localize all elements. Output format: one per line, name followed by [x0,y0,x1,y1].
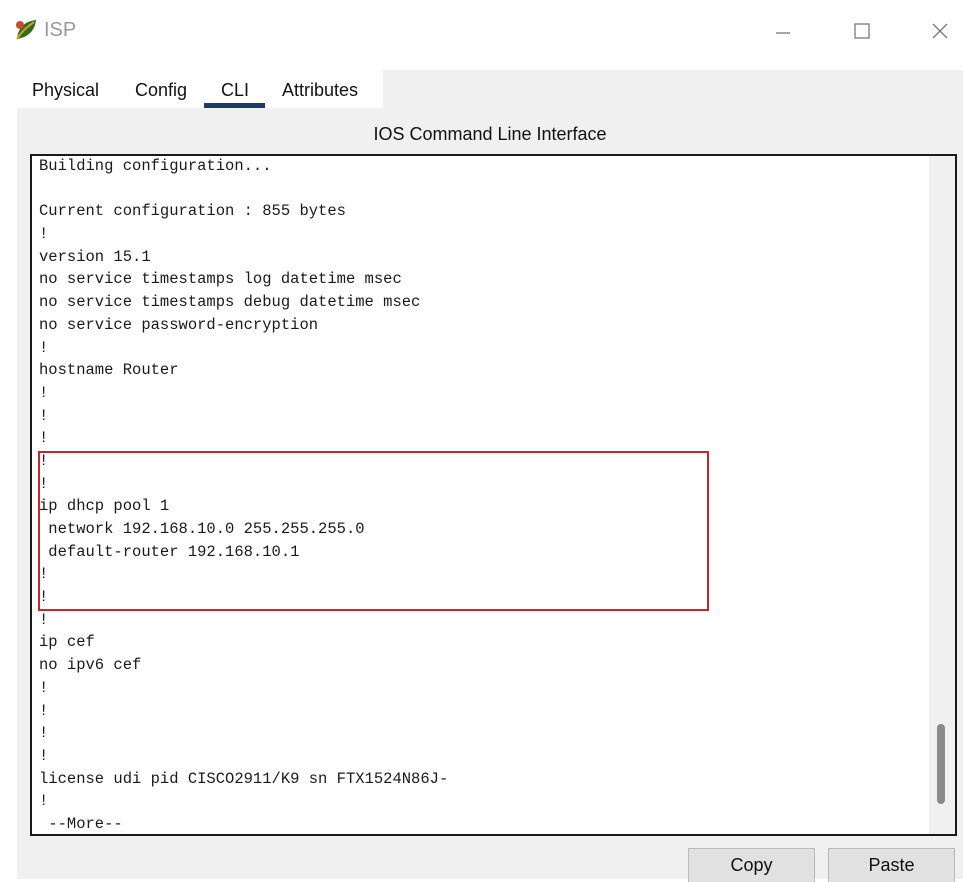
terminal-scrollbar[interactable] [929,156,955,834]
terminal-line: ! [39,678,49,697]
terminal-line: no service password-encryption [39,315,319,334]
terminal-line: no service timestamps debug datetime mse… [39,293,421,312]
copy-button[interactable]: Copy [688,848,815,882]
main-panel: Physical Config CLI Attributes IOS Comma… [17,70,963,882]
router-leaf-icon [16,20,36,40]
cli-header: IOS Command Line Interface [373,124,607,144]
terminal-line: hostname Router [39,361,179,380]
terminal-line: ! [39,338,49,357]
tab-cli[interactable]: CLI [221,80,249,101]
tab-config[interactable]: Config [135,80,187,101]
tab-physical[interactable]: Physical [32,80,99,101]
terminal-line: ! [39,746,49,765]
dhcp-highlight-box [38,451,709,611]
terminal-line: ! [39,429,49,448]
terminal-line: no service timestamps log datetime msec [39,270,402,289]
tab-attributes[interactable]: Attributes [282,80,358,101]
paste-button[interactable]: Paste [828,848,955,882]
terminal-line: no ipv6 cef [39,656,142,675]
minimize-button[interactable] [760,14,806,48]
maximize-button[interactable] [839,14,885,48]
maximize-icon [854,23,870,39]
window-title: ISP [44,19,77,41]
title-bar: ISP [0,0,963,62]
active-tab-indicator [204,103,265,108]
terminal-line: ! [39,383,49,402]
terminal-line: ! [39,406,49,425]
close-button[interactable] [917,14,963,48]
terminal-line: ! [39,792,49,811]
terminal-line: ! [39,610,49,629]
terminal-line: --More-- [39,814,123,833]
terminal-line: Building configuration... [39,157,272,175]
terminal-line: ! [39,225,49,244]
terminal-line: ip cef [39,633,95,652]
scrollbar-thumb[interactable] [937,724,945,804]
terminal-line: version 15.1 [39,247,151,266]
terminal-line: Current configuration : 855 bytes [39,202,346,221]
minimize-icon [776,32,790,34]
terminal-line: ! [39,724,49,743]
tab-bar: Physical Config CLI Attributes [17,70,383,108]
close-icon [932,23,948,39]
terminal-line: ! [39,701,49,720]
terminal-line: license udi pid CISCO2911/K9 sn FTX1524N… [39,769,449,788]
